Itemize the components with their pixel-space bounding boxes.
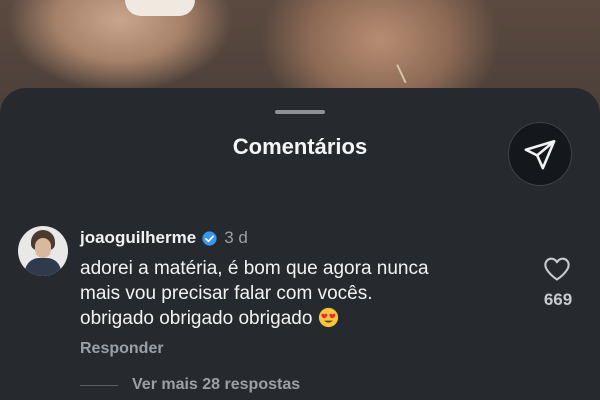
comment-text-line: obrigado obrigado obrigado	[80, 308, 313, 329]
view-more-replies[interactable]: Ver mais 28 respostas	[80, 376, 300, 394]
heart-outline-icon[interactable]	[543, 256, 571, 282]
comment-text: adorei a matéria, é bom que agora nunca …	[80, 256, 500, 331]
share-button[interactable]	[508, 122, 572, 186]
comment-text-line: mais vou precisar falar com vocês.	[80, 283, 373, 304]
comments-sheet: Comentários joaoguilherme 3 d adorei a m…	[0, 88, 600, 400]
reply-button[interactable]: Responder	[80, 340, 164, 358]
comment-item: joaoguilherme 3 d adorei a matéria, é bo…	[0, 226, 600, 396]
photo-detail-smile	[125, 0, 195, 16]
view-more-replies-label[interactable]: Ver mais 28 respostas	[132, 376, 300, 394]
verified-badge-icon	[202, 230, 217, 246]
comment-username[interactable]: joaoguilherme	[80, 228, 196, 248]
avatar[interactable]	[18, 226, 68, 276]
replies-divider	[80, 384, 118, 386]
comment-meta: joaoguilherme 3 d	[80, 228, 248, 248]
photo-detail-necklace	[396, 60, 414, 84]
send-icon	[524, 139, 556, 170]
heart-eyes-emoji-icon	[318, 307, 338, 328]
sheet-grabber-handle[interactable]	[275, 110, 325, 114]
like-count: 669	[543, 290, 573, 309]
comment-text-line: adorei a matéria, é bom que agora nunca	[80, 258, 429, 279]
comment-timestamp: 3 d	[224, 228, 248, 247]
comment-text-line-last: obrigado obrigado obrigado	[80, 306, 500, 331]
